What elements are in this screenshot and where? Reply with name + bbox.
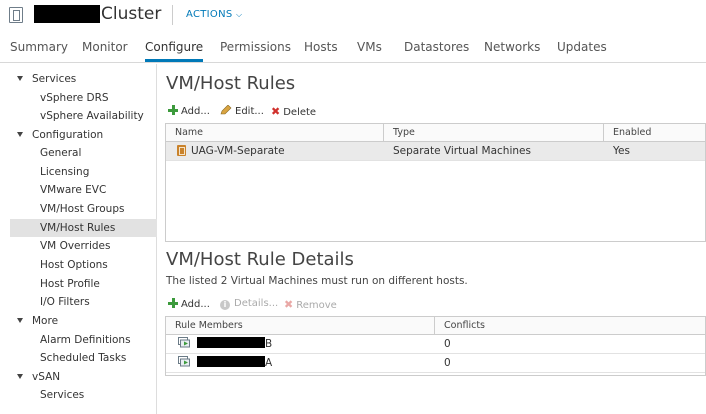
sidebar-item-alarm-definitions[interactable]: Alarm Definitions (10, 331, 157, 349)
column-header-conflicts[interactable]: Conflicts (434, 317, 706, 335)
pencil-icon (220, 105, 232, 115)
tab-datastores[interactable]: Datastores (404, 40, 469, 54)
vm-name-suffix: A (265, 357, 273, 369)
member-name-cell: B (169, 335, 272, 354)
sidebar-item-vsphere-availability[interactable]: vSphere Availability (10, 107, 157, 125)
table-row[interactable]: A 0 (166, 354, 705, 373)
vm-icon (178, 337, 190, 348)
add-rule-label: Add... (181, 106, 210, 117)
sidebar-item-io-filters[interactable]: I/O Filters (10, 293, 157, 311)
delete-rule-button[interactable]: ✖ Delete (271, 105, 316, 118)
sidebar-item-scheduled-tasks[interactable]: Scheduled Tasks (10, 349, 157, 367)
add-member-label: Add... (181, 299, 210, 310)
tab-updates[interactable]: Updates (557, 40, 607, 54)
header-divider (172, 5, 173, 25)
sidebar-item-host-options[interactable]: Host Options (10, 256, 157, 274)
delete-x-icon: ✖ (271, 105, 281, 118)
rules-table: Name Type Enabled UAG-VM-Separate Separa… (165, 123, 706, 242)
rule-name: UAG-VM-Separate (191, 145, 285, 157)
tab-networks[interactable]: Networks (484, 40, 540, 54)
tab-summary[interactable]: Summary (10, 40, 68, 54)
sidebar-item-general[interactable]: General (10, 144, 157, 162)
edit-rule-button[interactable]: Edit... (220, 105, 264, 117)
configure-sidebar: Services vSphere DRS vSphere Availabilit… (0, 64, 157, 414)
delete-rule-label: Delete (283, 107, 317, 118)
sidebar-item-licensing[interactable]: Licensing (10, 163, 157, 181)
caret-down-icon (17, 374, 23, 379)
rule-members-table: Rule Members Conflicts B 0 A 0 (165, 316, 706, 376)
sidebar-group-vsan[interactable]: vSAN (10, 368, 157, 386)
vm-icon (178, 356, 190, 367)
rule-members-table-header: Rule Members Conflicts (166, 317, 705, 335)
vm-name-suffix: B (265, 338, 273, 350)
caret-down-icon (17, 132, 23, 137)
rule-icon (177, 145, 186, 156)
column-header-type[interactable]: Type (383, 124, 603, 142)
page-header: Cluster ACTIONS ⌵ (0, 0, 706, 33)
page-title: Cluster (101, 4, 162, 24)
redacted-cluster-name (34, 5, 100, 23)
sidebar-group-label: Services (32, 73, 77, 85)
member-name-cell: A (169, 354, 272, 373)
remove-member-button[interactable]: ✖ Remove (284, 298, 337, 311)
tab-vms[interactable]: VMs (357, 40, 382, 54)
tab-permissions[interactable]: Permissions (220, 40, 291, 54)
table-row[interactable]: UAG-VM-Separate Separate Virtual Machine… (166, 142, 705, 161)
delete-x-icon: ✖ (284, 298, 294, 311)
tab-bar: Summary Monitor Configure Permissions Ho… (0, 36, 706, 63)
sidebar-group-label: More (32, 315, 59, 327)
caret-down-icon (17, 76, 23, 81)
redacted-vm-name (197, 356, 265, 367)
actions-label: ACTIONS (186, 9, 233, 20)
sidebar-item-vsan-services[interactable]: Services (10, 386, 157, 404)
member-details-button[interactable]: i Details... (220, 298, 278, 310)
sidebar-item-vsphere-drs[interactable]: vSphere DRS (10, 89, 157, 107)
add-member-button[interactable]: Add... (168, 298, 210, 310)
tab-hosts[interactable]: Hosts (304, 40, 338, 54)
plus-icon (168, 105, 178, 115)
sidebar-group-more[interactable]: More (10, 312, 157, 330)
redacted-vm-name (197, 337, 265, 348)
plus-icon (168, 298, 178, 308)
rule-enabled-cell: Yes (613, 145, 630, 157)
rule-type-cell: Separate Virtual Machines (393, 145, 531, 157)
rule-name-cell: UAG-VM-Separate (168, 142, 285, 161)
column-header-rule-members[interactable]: Rule Members (166, 317, 434, 335)
sidebar-group-configuration[interactable]: Configuration (10, 126, 157, 144)
info-icon: i (220, 300, 230, 310)
cluster-icon (9, 7, 23, 23)
rules-heading: VM/Host Rules (166, 73, 296, 94)
column-header-name[interactable]: Name (166, 124, 383, 142)
sidebar-item-vm-host-rules[interactable]: VM/Host Rules (10, 219, 157, 237)
chevron-down-icon: ⌵ (236, 10, 243, 19)
table-row[interactable]: B 0 (166, 335, 705, 354)
column-header-enabled[interactable]: Enabled (603, 124, 706, 142)
conflicts-cell: 0 (444, 338, 451, 350)
details-description: The listed 2 Virtual Machines must run o… (166, 275, 468, 287)
remove-member-label: Remove (296, 300, 337, 311)
sidebar-group-services[interactable]: Services (10, 70, 157, 88)
caret-down-icon (17, 318, 23, 323)
tab-configure[interactable]: Configure (145, 40, 204, 62)
add-rule-button[interactable]: Add... (168, 105, 210, 117)
sidebar-group-label: vSAN (32, 371, 61, 383)
sidebar-item-vm-overrides[interactable]: VM Overrides (10, 237, 157, 255)
member-details-label: Details... (234, 298, 279, 309)
edit-rule-label: Edit... (235, 106, 264, 117)
sidebar-item-host-profile[interactable]: Host Profile (10, 275, 157, 293)
sidebar-item-vm-host-groups[interactable]: VM/Host Groups (10, 200, 157, 218)
rules-table-header: Name Type Enabled (166, 124, 705, 142)
actions-menu-button[interactable]: ACTIONS ⌵ (186, 9, 242, 20)
conflicts-cell: 0 (444, 357, 451, 369)
sidebar-group-label: Configuration (32, 129, 104, 141)
tab-monitor[interactable]: Monitor (82, 40, 128, 54)
sidebar-item-vmware-evc[interactable]: VMware EVC (10, 181, 157, 199)
details-heading: VM/Host Rule Details (166, 249, 354, 270)
